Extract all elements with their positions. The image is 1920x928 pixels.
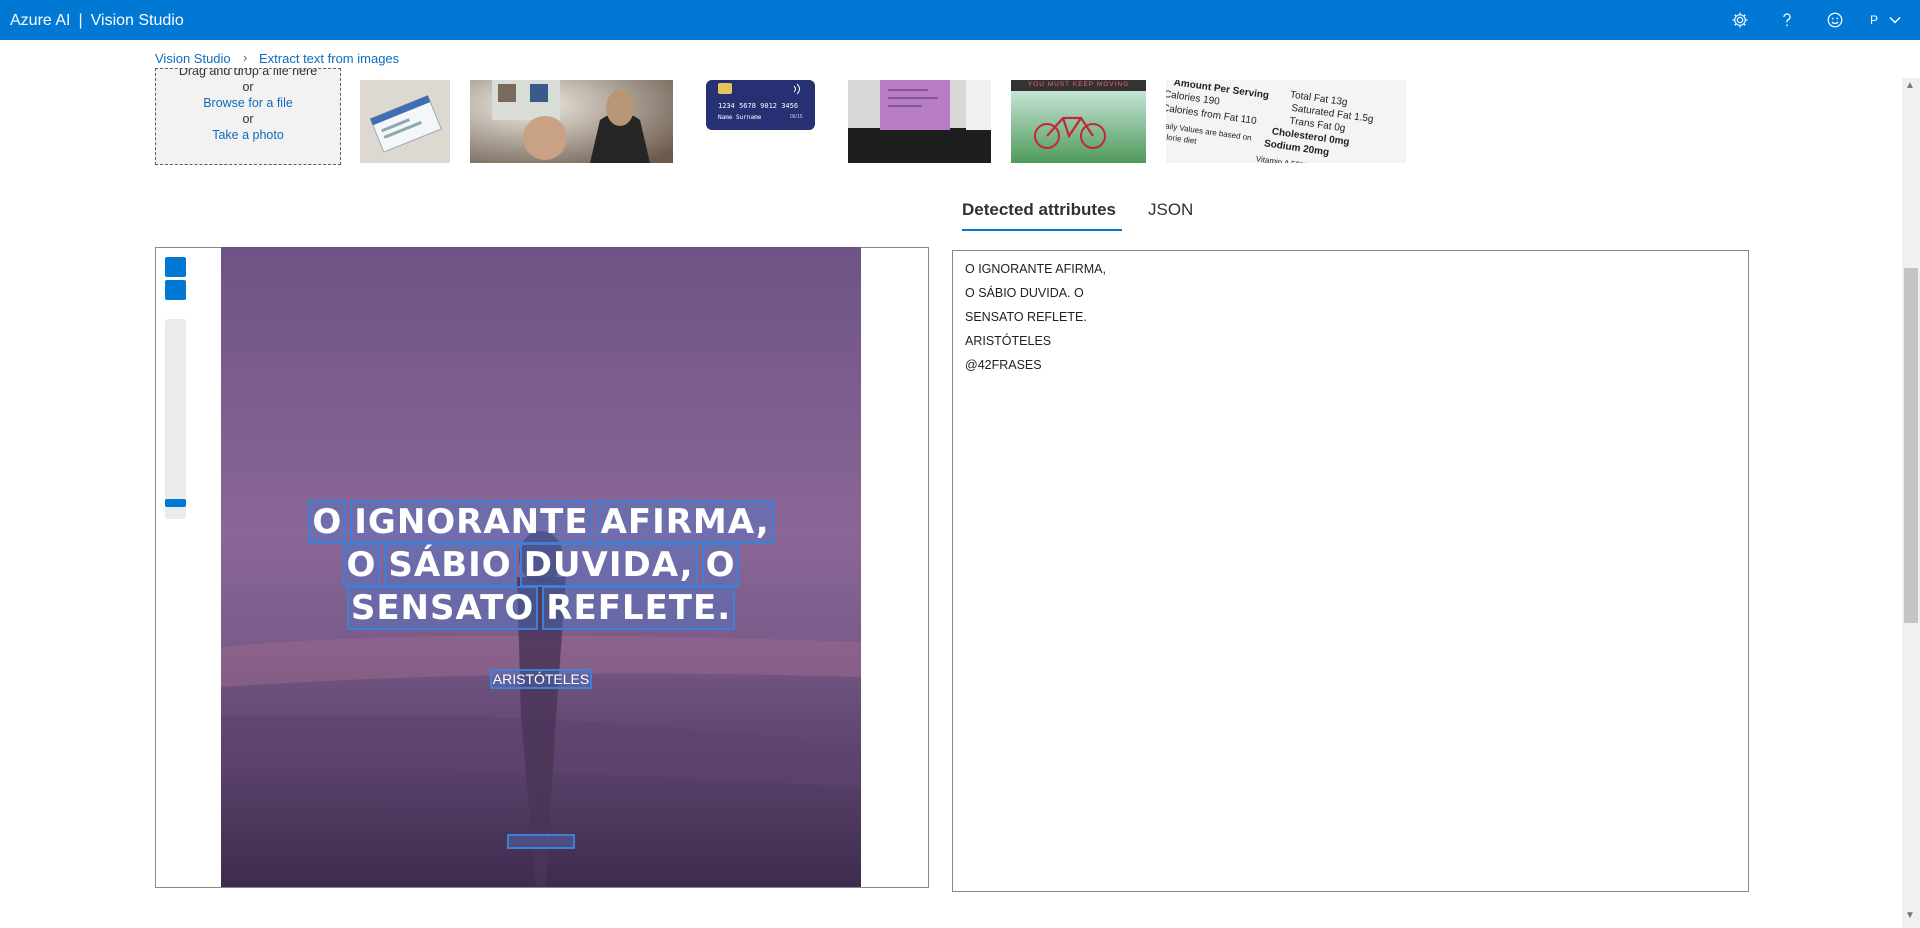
settings-icon[interactable] [1720, 0, 1760, 40]
chevron-down-icon[interactable] [1888, 13, 1902, 32]
ocr-line-author: ARISTÓTELES [221, 669, 861, 689]
result-line: ARISTÓTELES [965, 334, 1052, 348]
sign-text: YOU MUST KEEP MOVING [1027, 81, 1130, 88]
ocr-line-2: O SÁBIO DUVIDA, O [221, 543, 861, 587]
zoom-out-button[interactable] [165, 280, 186, 300]
breadcrumb-vision-studio[interactable]: Vision Studio [155, 51, 231, 66]
result-line: O IGNORANTE AFIRMA, [965, 262, 1106, 276]
breadcrumb-extract-text[interactable]: Extract text from images [259, 51, 399, 66]
take-photo-link[interactable]: Take a photo [156, 127, 340, 143]
sample-thumbnail-id-card[interactable] [360, 80, 450, 163]
feedback-smiley-icon[interactable] [1815, 0, 1855, 40]
card-name: Name Surname [718, 114, 762, 121]
drag-drop-text: Drag and drop a file here [178, 68, 318, 78]
bicycle-sign-image [1011, 80, 1146, 163]
file-drop-zone[interactable]: Drag and drop a file here or Browse for … [155, 68, 341, 165]
ocr-word-box[interactable]: IGNORANTE [350, 500, 593, 544]
ocr-line-3: SENSATO REFLETE. [221, 586, 861, 630]
or-text: or [242, 80, 254, 94]
detected-attributes-panel: O IGNORANTE AFIRMA, O SÁBIO DUVIDA. O SE… [952, 250, 1749, 892]
ocr-word-box[interactable]: REFLETE. [542, 586, 736, 630]
badge-photo-image [470, 80, 673, 163]
card-expiry: 06/15 [790, 114, 803, 120]
user-initial[interactable]: P [1870, 0, 1878, 40]
or-text: or [242, 112, 254, 126]
sample-thumbnail-nutrition-label[interactable]: Amount Per Serving Calories 190 Calories… [1166, 80, 1406, 163]
ocr-line-handle: @42FRASES [221, 834, 861, 849]
ocr-word-box[interactable]: AFIRMA, [596, 500, 774, 544]
result-line: @42FRASES [965, 358, 1042, 372]
active-tab-indicator [962, 229, 1122, 231]
card-number: 1234 5678 9012 3456 [718, 102, 799, 110]
result-line: O SÁBIO DUVIDA. O [965, 286, 1084, 300]
zoom-in-button[interactable] [165, 257, 186, 277]
ocr-word-box[interactable]: ARISTÓTELES [489, 669, 593, 689]
brand-vision-studio: Vision Studio [90, 12, 184, 29]
nutrition-label-image: Amount Per Serving Calories 190 Calories… [1166, 80, 1404, 163]
scroll-down-icon[interactable]: ▼ [1905, 910, 1915, 921]
brand[interactable]: Azure AI | Vision Studio [10, 0, 184, 40]
brand-separator: | [78, 12, 83, 29]
help-icon[interactable] [1767, 0, 1807, 40]
scroll-up-icon[interactable]: ▲ [1905, 80, 1915, 91]
zoom-slider[interactable] [165, 319, 186, 519]
sample-thumbnail-badge[interactable] [470, 80, 673, 163]
ocr-word-box[interactable]: SÁBIO [384, 543, 516, 587]
brand-azure-ai: Azure AI [10, 12, 71, 29]
result-line: SENSATO REFLETE. [965, 310, 1087, 324]
analyzed-image: O IGNORANTE AFIRMA, O SÁBIO DUVIDA, O SENSATO… [221, 247, 861, 887]
tab-detected-attributes[interactable]: Detected attributes [962, 200, 1116, 220]
ocr-line-1: O IGNORANTE AFIRMA, [221, 500, 861, 544]
page-scrollbar-thumb[interactable] [1904, 268, 1918, 623]
ocr-word-box[interactable]: DUVIDA, [519, 543, 698, 587]
ocr-word-box[interactable]: SENSATO [346, 586, 539, 630]
sample-thumbnail-credit-card[interactable]: 1234 5678 9012 3456 Name Surname 06/15 [706, 80, 815, 130]
sample-thumbnail-sticky-note[interactable] [848, 80, 991, 163]
breadcrumb-chevron-icon: › [243, 50, 248, 65]
tab-json[interactable]: JSON [1148, 200, 1193, 220]
ocr-word-box[interactable]: O [342, 543, 381, 587]
browse-file-link[interactable]: Browse for a file [156, 95, 340, 111]
sample-thumbnail-bicycle-sign[interactable]: YOU MUST KEEP MOVING [1011, 80, 1146, 163]
zoom-slider-handle[interactable] [165, 499, 186, 507]
sticky-note-image [848, 80, 991, 163]
ocr-word-box[interactable]: O [701, 543, 740, 587]
ocr-word-box[interactable]: O [308, 500, 347, 544]
top-bar: Azure AI | Vision Studio P [0, 0, 1920, 40]
id-card-image [360, 80, 450, 163]
ocr-word-box[interactable]: @42FRASES [507, 834, 575, 849]
